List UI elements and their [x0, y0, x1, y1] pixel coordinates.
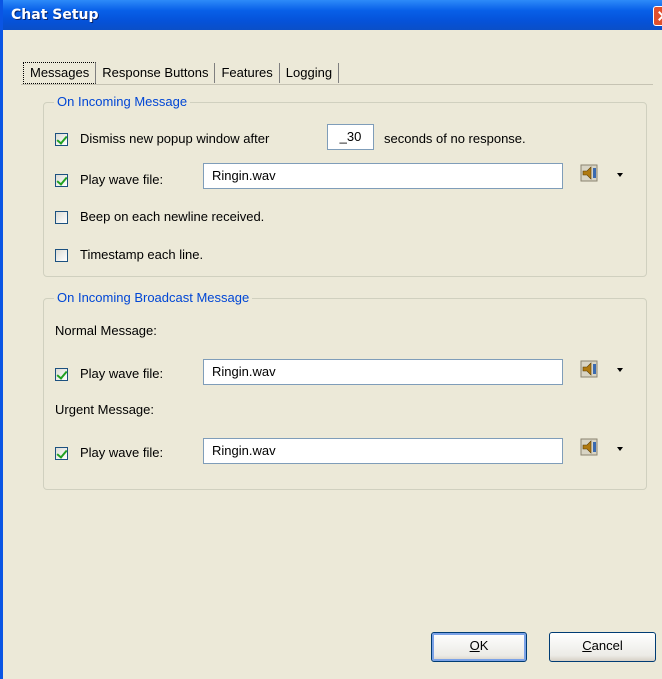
- play-wave-checkbox[interactable]: [55, 174, 68, 187]
- urgent-message-heading: Urgent Message:: [55, 402, 154, 417]
- cancel-button[interactable]: Cancel: [549, 632, 656, 662]
- dropdown-arrow-icon[interactable]: [617, 368, 623, 372]
- tab-messages[interactable]: Messages: [23, 62, 97, 84]
- dismiss-suffix-label: seconds of no response.: [384, 131, 526, 146]
- broadcast-message-legend: On Incoming Broadcast Message: [54, 290, 253, 305]
- urgent-play-wave-field[interactable]: Ringin.wav: [203, 438, 563, 464]
- dropdown-arrow-icon[interactable]: [617, 447, 623, 451]
- normal-message-heading: Normal Message:: [55, 323, 157, 338]
- tab-features[interactable]: Features: [215, 63, 280, 83]
- speaker-icon[interactable]: [579, 164, 601, 182]
- cancel-label-rest: ancel: [591, 638, 623, 653]
- tab-divider: [21, 84, 653, 85]
- ok-label-rest: K: [479, 638, 489, 653]
- normal-play-wave-label: Play wave file:: [80, 366, 164, 381]
- dismiss-checkbox[interactable]: [55, 133, 68, 146]
- dismiss-seconds-field[interactable]: _30: [327, 124, 374, 150]
- tab-logging[interactable]: Logging: [280, 63, 340, 83]
- ok-accelerator: O: [469, 638, 480, 653]
- cancel-accelerator: C: [582, 638, 592, 653]
- speaker-icon[interactable]: [579, 438, 601, 456]
- normal-play-wave-field[interactable]: Ringin.wav: [203, 359, 563, 385]
- beep-checkbox[interactable]: [55, 211, 68, 224]
- tab-response-buttons[interactable]: Response Buttons: [96, 63, 216, 83]
- title-bar[interactable]: Chat Setup: [3, 0, 662, 30]
- play-wave-label: Play wave file:: [80, 172, 164, 187]
- incoming-message-legend: On Incoming Message: [54, 94, 191, 109]
- normal-play-wave-checkbox[interactable]: [55, 368, 68, 381]
- play-wave-field[interactable]: Ringin.wav: [203, 163, 563, 189]
- timestamp-checkbox[interactable]: [55, 249, 68, 262]
- chat-setup-dialog: Chat Setup Messages Response Buttons Fea…: [0, 0, 662, 679]
- close-icon[interactable]: [653, 6, 662, 26]
- beep-label: Beep on each newline received.: [80, 209, 265, 224]
- timestamp-label: Timestamp each line.: [80, 247, 204, 262]
- dropdown-arrow-icon[interactable]: [617, 173, 623, 177]
- window-title: Chat Setup: [11, 7, 99, 23]
- urgent-play-wave-checkbox[interactable]: [55, 447, 68, 460]
- ok-button[interactable]: OK: [431, 632, 527, 662]
- dismiss-label: Dismiss new popup window after: [80, 131, 270, 146]
- speaker-icon[interactable]: [579, 360, 601, 378]
- urgent-play-wave-label: Play wave file:: [80, 445, 164, 460]
- tab-strip: Messages Response Buttons Features Loggi…: [23, 62, 340, 84]
